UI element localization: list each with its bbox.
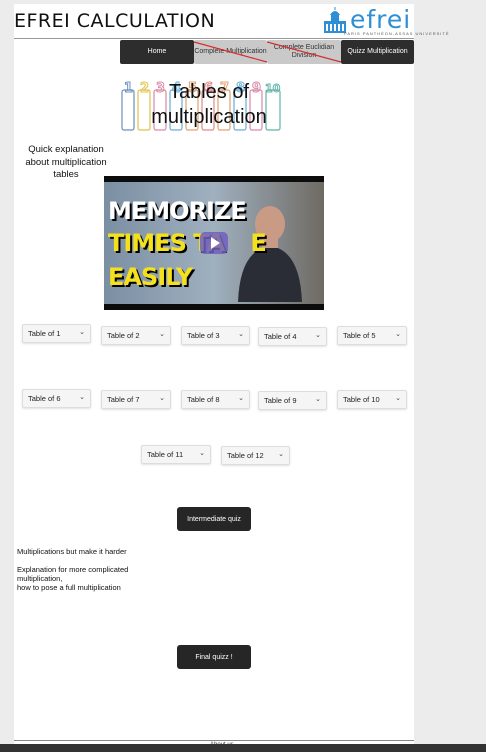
intermediate-quiz-button[interactable]: Intermediate quiz — [177, 507, 251, 531]
video-caption-line: TIMES TA E — [108, 229, 267, 257]
chevron-down-icon: ⌄ — [79, 394, 85, 401]
table-select-7[interactable]: Table of 7 ⌄ — [101, 390, 171, 409]
table-select-9[interactable]: Table of 9 ⌄ — [258, 391, 327, 410]
select-value: Table of 2 — [107, 331, 140, 340]
table-select-12[interactable]: Table of 12 ⌄ — [221, 446, 290, 465]
video-caption-part: E — [250, 229, 266, 257]
final-quiz-button[interactable]: Final quizz ! — [177, 645, 251, 669]
strike-line — [267, 41, 341, 63]
efrei-logo[interactable]: efrei PARIS PANTHÉON-ASSAS UNIVERSITÉ — [322, 5, 449, 39]
chevron-down-icon: ⌄ — [159, 331, 165, 338]
chevron-down-icon: ⌄ — [395, 331, 401, 338]
play-icon[interactable] — [200, 232, 228, 254]
table-select-10[interactable]: Table of 10 ⌄ — [337, 390, 407, 409]
select-value: Table of 1 — [28, 329, 61, 338]
logo-word: efrei — [350, 5, 412, 34]
video-thumbnail: MEMORIZE TIMES TA E EASILY — [104, 182, 324, 304]
chevron-down-icon: ⌄ — [278, 451, 284, 458]
intermediate-quiz-label: Intermediate quiz — [187, 515, 241, 523]
harder-explanation-line: how to pose a full multiplication — [17, 583, 121, 592]
harder-explanation-line: Explanation for more complicated — [17, 565, 129, 574]
table-select-2[interactable]: Table of 2 ⌄ — [101, 326, 171, 345]
video-player[interactable]: MEMORIZE TIMES TA E EASILY — [104, 176, 324, 310]
chevron-down-icon: ⌄ — [238, 331, 244, 338]
harder-heading: Multiplications but make it harder — [17, 547, 127, 556]
harder-explanation-line: multiplication, — [17, 574, 63, 583]
select-value: Table of 3 — [187, 331, 220, 340]
chevron-down-icon: ⌄ — [238, 395, 244, 402]
select-value: Table of 12 — [227, 451, 264, 460]
chevron-down-icon: ⌄ — [199, 450, 205, 457]
browser-bottom-bar — [0, 744, 486, 752]
select-value: Table of 8 — [187, 395, 220, 404]
logo-subtext: PARIS PANTHÉON-ASSAS UNIVERSITÉ — [344, 31, 450, 36]
nav-complete-multiplication-button[interactable]: Complete Multiplication — [194, 40, 267, 64]
harder-explanation: Explanation for more complicated multipl… — [17, 565, 128, 592]
header-divider — [14, 38, 414, 39]
chevron-down-icon: ⌄ — [79, 329, 85, 336]
quick-explanation-text: Quick explanation about multiplication t… — [25, 144, 107, 180]
nav-home-button[interactable]: Home — [120, 40, 194, 64]
select-value: Table of 10 — [343, 395, 380, 404]
table-select-3[interactable]: Table of 3 ⌄ — [181, 326, 250, 345]
banner-digit: 1 — [124, 81, 133, 96]
table-select-4[interactable]: Table of 4 ⌄ — [258, 327, 327, 346]
nav-home-label: Home — [147, 48, 167, 55]
nav-complete-euclidian-division-button[interactable]: Complete Euclidian Division — [267, 40, 341, 64]
select-value: Table of 6 — [28, 394, 61, 403]
final-quiz-label: Final quizz ! — [195, 653, 233, 661]
nav-quizz-multiplication-button[interactable]: Quizz Multiplication — [341, 40, 414, 64]
table-select-11[interactable]: Table of 11 ⌄ — [141, 445, 211, 464]
select-value: Table of 7 — [107, 395, 140, 404]
chevron-down-icon: ⌄ — [315, 396, 321, 403]
video-caption-line: EASILY — [108, 263, 193, 291]
strike-line — [194, 41, 267, 63]
page-container: EFREI CALCULATION efrei PARIS PANTHÉON-A… — [14, 4, 449, 748]
table-select-6[interactable]: Table of 6 ⌄ — [22, 389, 91, 408]
table-select-5[interactable]: Table of 5 ⌄ — [337, 326, 407, 345]
table-select-1[interactable]: Table of 1 ⌄ — [22, 324, 91, 343]
nav-quizz-multiplication-label: Quizz Multiplication — [347, 48, 408, 55]
select-value: Table of 5 — [343, 331, 376, 340]
video-caption-line: MEMORIZE — [108, 197, 247, 225]
page-title: Tables of multiplication — [151, 81, 267, 128]
chevron-down-icon: ⌄ — [159, 395, 165, 402]
select-value: Table of 9 — [264, 396, 297, 405]
chevron-down-icon: ⌄ — [315, 332, 321, 339]
site-title: EFREI CALCULATION — [14, 10, 216, 32]
chevron-down-icon: ⌄ — [395, 395, 401, 402]
select-value: Table of 11 — [147, 450, 184, 459]
table-select-8[interactable]: Table of 8 ⌄ — [181, 390, 250, 409]
footer-divider — [14, 740, 414, 741]
select-value: Table of 4 — [264, 332, 297, 341]
